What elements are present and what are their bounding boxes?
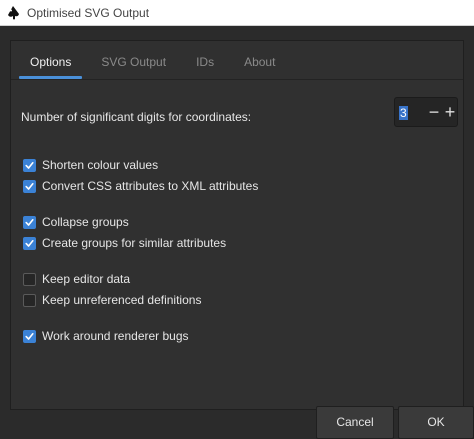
checkmark-icon (25, 161, 34, 169)
checkbox-box[interactable] (23, 293, 36, 307)
tab-bar: Options SVG Output IDs About (19, 47, 294, 79)
tab-svg-output[interactable]: SVG Output (90, 47, 177, 77)
checkbox-box[interactable] (23, 272, 36, 286)
cancel-button[interactable]: Cancel (316, 406, 394, 439)
window-title: Optimised SVG Output (27, 5, 150, 20)
decrement-button[interactable]: − (426, 101, 442, 123)
create-groups-checkbox[interactable]: Create groups for similar attributes (23, 235, 226, 251)
tab-about[interactable]: About (233, 47, 286, 77)
checkbox-box[interactable] (23, 236, 36, 250)
ok-button[interactable]: OK (398, 406, 474, 439)
dialog-body: Options SVG Output IDs About Number of s… (0, 26, 474, 439)
precision-label: Number of significant digits for coordin… (21, 110, 252, 124)
checkbox-label: Keep editor data (42, 272, 131, 286)
collapse-groups-checkbox[interactable]: Collapse groups (23, 214, 129, 230)
options-panel: Options SVG Output IDs About Number of s… (10, 40, 464, 410)
inkscape-icon (8, 5, 19, 19)
checkmark-icon (25, 182, 34, 190)
checkbox-label: Work around renderer bugs (42, 329, 189, 343)
tab-options[interactable]: Options (19, 47, 83, 79)
checkbox-box[interactable] (23, 215, 36, 229)
increment-button[interactable]: + (442, 101, 458, 123)
checkbox-label: Create groups for similar attributes (42, 236, 227, 250)
keep-unreferenced-checkbox[interactable]: Keep unreferenced definitions (23, 292, 201, 308)
checkbox-label: Shorten colour values (42, 158, 159, 172)
checkbox-label: Convert CSS attributes to XML attributes (42, 179, 259, 193)
tab-divider (11, 79, 463, 80)
precision-value[interactable]: 3 (399, 106, 408, 120)
shorten-colour-checkbox[interactable]: Shorten colour values (23, 157, 158, 173)
checkmark-icon (25, 332, 34, 340)
checkbox-label: Collapse groups (42, 215, 129, 229)
checkbox-box[interactable] (23, 179, 36, 193)
checkbox-box[interactable] (23, 158, 36, 172)
checkbox-label: Keep unreferenced definitions (42, 293, 202, 307)
checkmark-icon (25, 239, 34, 247)
checkbox-box[interactable] (23, 329, 36, 343)
checkmark-icon (25, 218, 34, 226)
tab-ids[interactable]: IDs (185, 47, 225, 77)
precision-spinbox[interactable]: 3 − + (394, 97, 458, 127)
renderer-bugs-checkbox[interactable]: Work around renderer bugs (23, 328, 189, 344)
title-bar: Optimised SVG Output (0, 0, 474, 26)
keep-editor-data-checkbox[interactable]: Keep editor data (23, 271, 130, 287)
convert-css-checkbox[interactable]: Convert CSS attributes to XML attributes (23, 178, 258, 194)
